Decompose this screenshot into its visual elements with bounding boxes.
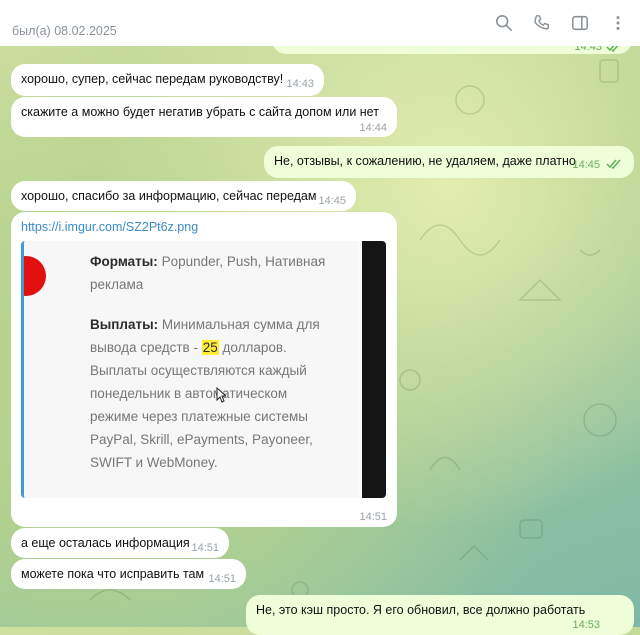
brand-logo-circle (24, 256, 46, 296)
message-time: 14:43 (286, 78, 314, 90)
phone-icon[interactable] (532, 13, 552, 33)
message-text: Не, отзывы, к сожалению, не удаляем, даж… (274, 154, 576, 168)
message-text: хорошо, супер, сейчас передам руководств… (21, 72, 284, 86)
payouts-text: долларов. (222, 340, 287, 355)
payouts-line: режиме через платежные системы (90, 409, 308, 424)
message-time: 14:45 (572, 159, 600, 171)
chat-header: был(а) 08.02.2025 (0, 0, 640, 46)
message-time: 14:53 (572, 619, 600, 631)
message-incoming[interactable]: а еще осталась информация 14:51 (11, 528, 229, 558)
message-outgoing[interactable]: Не, отзывы, к сожалению, не удаляем, даж… (264, 146, 634, 178)
preview-dark-edge (362, 241, 386, 498)
more-icon[interactable] (608, 13, 628, 33)
payouts-line: Минимальная сумма для (161, 317, 320, 332)
link-preview-image[interactable]: Форматы: Popunder, Push, Нативная реклам… (21, 241, 386, 498)
message-text: хорошо, спасибо за информацию, сейчас пе… (21, 189, 317, 203)
message-link[interactable]: https://i.imgur.com/SZ2Pt6z.png (21, 220, 198, 234)
message-incoming[interactable]: скажите а можно будет негатив убрать с с… (11, 97, 397, 137)
sidebar-icon[interactable] (570, 13, 590, 33)
message-text: Не, это кэш просто. Я его обновил, все д… (256, 603, 586, 617)
message-time: 14:44 (359, 122, 387, 134)
search-icon[interactable] (494, 13, 514, 33)
message-time: 14:51 (191, 542, 219, 554)
message-outgoing[interactable]: Не, это кэш просто. Я его обновил, все д… (246, 595, 634, 635)
payout-amount-highlight: 25 (201, 340, 219, 355)
message-text: а еще осталась информация (21, 536, 190, 550)
preview-screenshot: Форматы: Popunder, Push, Нативная реклам… (24, 241, 358, 498)
read-check-icon (606, 159, 621, 169)
formats-label: Форматы: (90, 254, 158, 269)
message-link-preview[interactable]: https://i.imgur.com/SZ2Pt6z.png Форматы:… (11, 212, 397, 527)
last-seen-status: был(а) 08.02.2025 (12, 24, 117, 38)
message-time: 14:51 (208, 573, 236, 585)
payouts-text: вывода средств - (90, 340, 198, 355)
preview-formats: Форматы: Popunder, Push, Нативная (90, 250, 325, 273)
message-time: 14:45 (318, 195, 346, 207)
message-time: 14:51 (359, 511, 387, 523)
payouts-line: PayPal, Skrill, ePayments, Payoneer, (90, 432, 313, 447)
message-incoming[interactable]: хорошо, супер, сейчас передам руководств… (11, 64, 324, 96)
formats-line: Popunder, Push, Нативная (161, 254, 326, 269)
payouts-label: Выплаты: (90, 317, 159, 332)
payouts-line: SWIFT и WebMoney. (90, 455, 218, 470)
message-text: скажите а можно будет негатив убрать с с… (21, 105, 379, 119)
formats-line: реклама (90, 277, 144, 292)
message-incoming[interactable]: хорошо, спасибо за информацию, сейчас пе… (11, 181, 356, 211)
payouts-line: Выплаты осуществляются каждый (90, 363, 307, 378)
message-incoming[interactable]: можете пока что исправить там 14:51 (11, 559, 246, 589)
payouts-line: понедельник в автоматическом (90, 386, 288, 401)
preview-payouts: Выплаты: Минимальная сумма для (90, 313, 320, 336)
mouse-cursor-icon (216, 387, 226, 403)
message-text: можете пока что исправить там (21, 567, 205, 581)
payouts-line: вывода средств - 25 долларов. (90, 336, 287, 359)
